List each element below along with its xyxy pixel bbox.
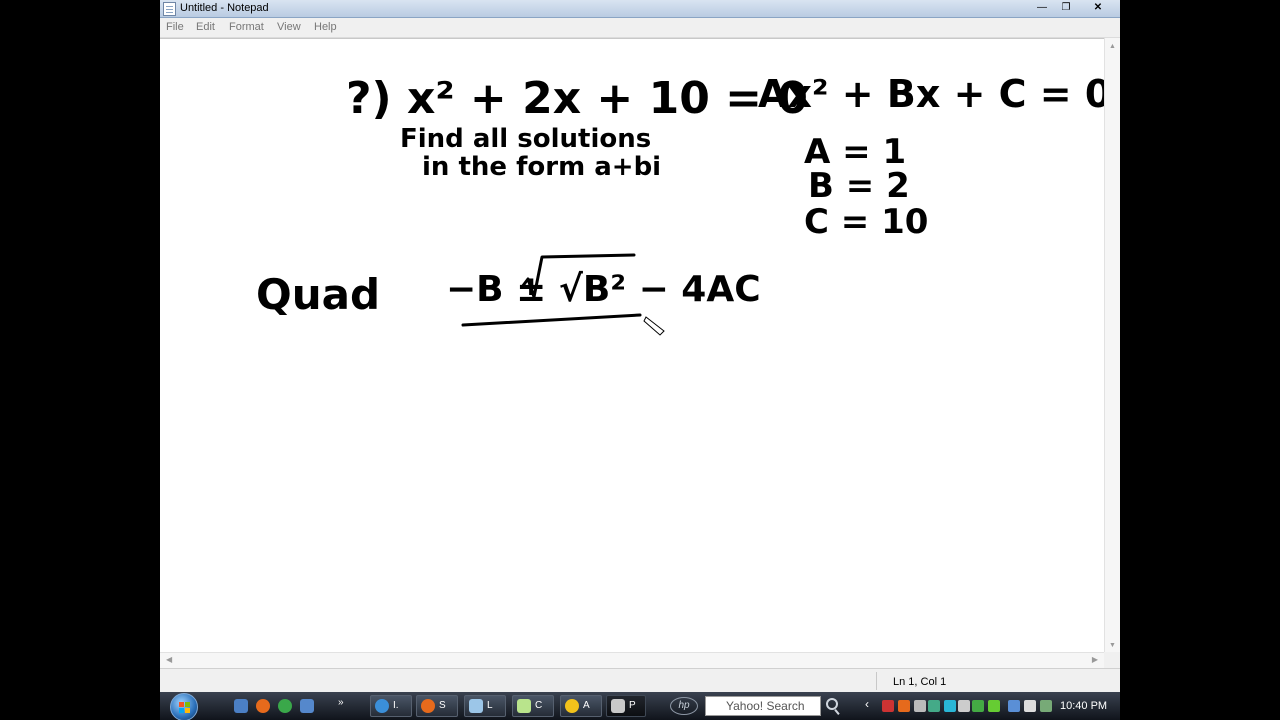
quicklaunch-more-icon[interactable]: »: [338, 697, 352, 711]
menu-bar: File Edit Format View Help: [160, 18, 1120, 38]
taskbar-label: S: [439, 700, 446, 711]
cursor-pen-icon: [643, 316, 665, 336]
taskbar-label: L: [487, 700, 493, 711]
window-title: Untitled - Notepad: [180, 2, 269, 14]
instruction-line-1: Find all solutions: [400, 124, 651, 154]
taskbar-button-folder[interactable]: L: [464, 695, 506, 717]
taskbar-button-firefox[interactable]: S: [416, 695, 458, 717]
maximize-button[interactable]: ❐: [1054, 0, 1078, 16]
quad-label: Quad: [256, 270, 380, 319]
windows-logo-icon: [179, 702, 190, 713]
menu-format[interactable]: Format: [229, 21, 264, 33]
quadratic-formula: −B ± √B² − 4AC: [446, 269, 761, 310]
firefox-icon: [421, 699, 435, 713]
notepad-window: Untitled - Notepad — ❐ ✕ File Edit Forma…: [160, 0, 1120, 720]
grid-tray-icon[interactable]: [972, 700, 984, 712]
system-tray: ‹ 10:40 PM: [860, 692, 1120, 720]
title-bar[interactable]: Untitled - Notepad — ❐ ✕: [160, 0, 1120, 18]
window-tray-icon[interactable]: [928, 700, 940, 712]
taskbar-button-notepad[interactable]: C: [512, 695, 554, 717]
yahoo-icon: [565, 699, 579, 713]
scroll-up-icon[interactable]: ▲: [1109, 43, 1116, 50]
folder-icon: [469, 699, 483, 713]
vertical-scrollbar[interactable]: ▲ ▼: [1104, 38, 1120, 652]
taskbar-label: A: [583, 700, 590, 711]
taskbar-button-ie[interactable]: I.: [370, 695, 412, 717]
horizontal-scrollbar[interactable]: ◀ ▶: [160, 652, 1104, 668]
hp-logo-icon: hp: [670, 697, 698, 715]
tray-expand-icon[interactable]: ‹: [865, 697, 869, 711]
size-grip[interactable]: [1104, 652, 1120, 668]
menu-help[interactable]: Help: [314, 21, 337, 33]
taskbar-button-pen[interactable]: P: [606, 695, 646, 717]
firefox-icon[interactable]: [256, 699, 270, 713]
close-button[interactable]: ✕: [1080, 0, 1116, 16]
notepad-icon: [517, 699, 531, 713]
status-separator: [876, 672, 877, 690]
general-form: Ax² + Bx + C = 0: [758, 72, 1104, 116]
taskbar-label: C: [535, 700, 543, 711]
taskbar: » I. S L C A P hp Yahoo! Search ‹ 10:40 …: [160, 692, 1120, 720]
volume-icon[interactable]: [1024, 700, 1036, 712]
pen-icon: [611, 699, 625, 713]
fraction-bar: [461, 313, 642, 327]
start-button[interactable]: [170, 693, 198, 720]
search-icon[interactable]: [826, 698, 838, 710]
menu-edit[interactable]: Edit: [196, 21, 215, 33]
cursor-position: Ln 1, Col 1: [893, 676, 947, 688]
scroll-down-icon[interactable]: ▼: [1109, 642, 1116, 649]
taskbar-label: I.: [393, 700, 399, 711]
menu-view[interactable]: View: [277, 21, 301, 33]
info-tray-icon[interactable]: [944, 700, 956, 712]
question-equation: ?) x² + 2x + 10 = 0: [346, 73, 808, 124]
taskbar-label: P: [629, 700, 636, 711]
coefficient-b: B = 2: [808, 166, 910, 206]
handwriting-canvas: ?) x² + 2x + 10 = 0 Find all solutions i…: [256, 72, 1104, 336]
status-bar: Ln 1, Col 1: [160, 668, 1120, 692]
text-area[interactable]: ?) x² + 2x + 10 = 0 Find all solutions i…: [160, 38, 1104, 652]
clock[interactable]: 10:40 PM: [1060, 700, 1107, 712]
security-icon[interactable]: [882, 700, 894, 712]
coefficient-c: C = 10: [804, 202, 928, 242]
lock-icon[interactable]: [914, 700, 926, 712]
network-icon[interactable]: [1008, 700, 1020, 712]
scroll-right-icon[interactable]: ▶: [1092, 655, 1098, 664]
taskbar-button-yahoo[interactable]: A: [560, 695, 602, 717]
scroll-left-icon[interactable]: ◀: [166, 655, 172, 664]
show-desktop-icon[interactable]: [234, 699, 248, 713]
power-icon[interactable]: [1040, 700, 1052, 712]
font-tray-icon[interactable]: [958, 700, 970, 712]
switch-windows-icon[interactable]: [300, 699, 314, 713]
ie-icon: [375, 699, 389, 713]
menu-file[interactable]: File: [166, 21, 184, 33]
firefox-tray-icon[interactable]: [898, 700, 910, 712]
chrome-icon[interactable]: [278, 699, 292, 713]
minimize-button[interactable]: —: [1030, 0, 1054, 16]
update-tray-icon[interactable]: [988, 700, 1000, 712]
yahoo-search-input[interactable]: Yahoo! Search: [705, 696, 821, 716]
instruction-line-2: in the form a+bi: [422, 152, 661, 182]
notepad-icon: [163, 2, 176, 16]
